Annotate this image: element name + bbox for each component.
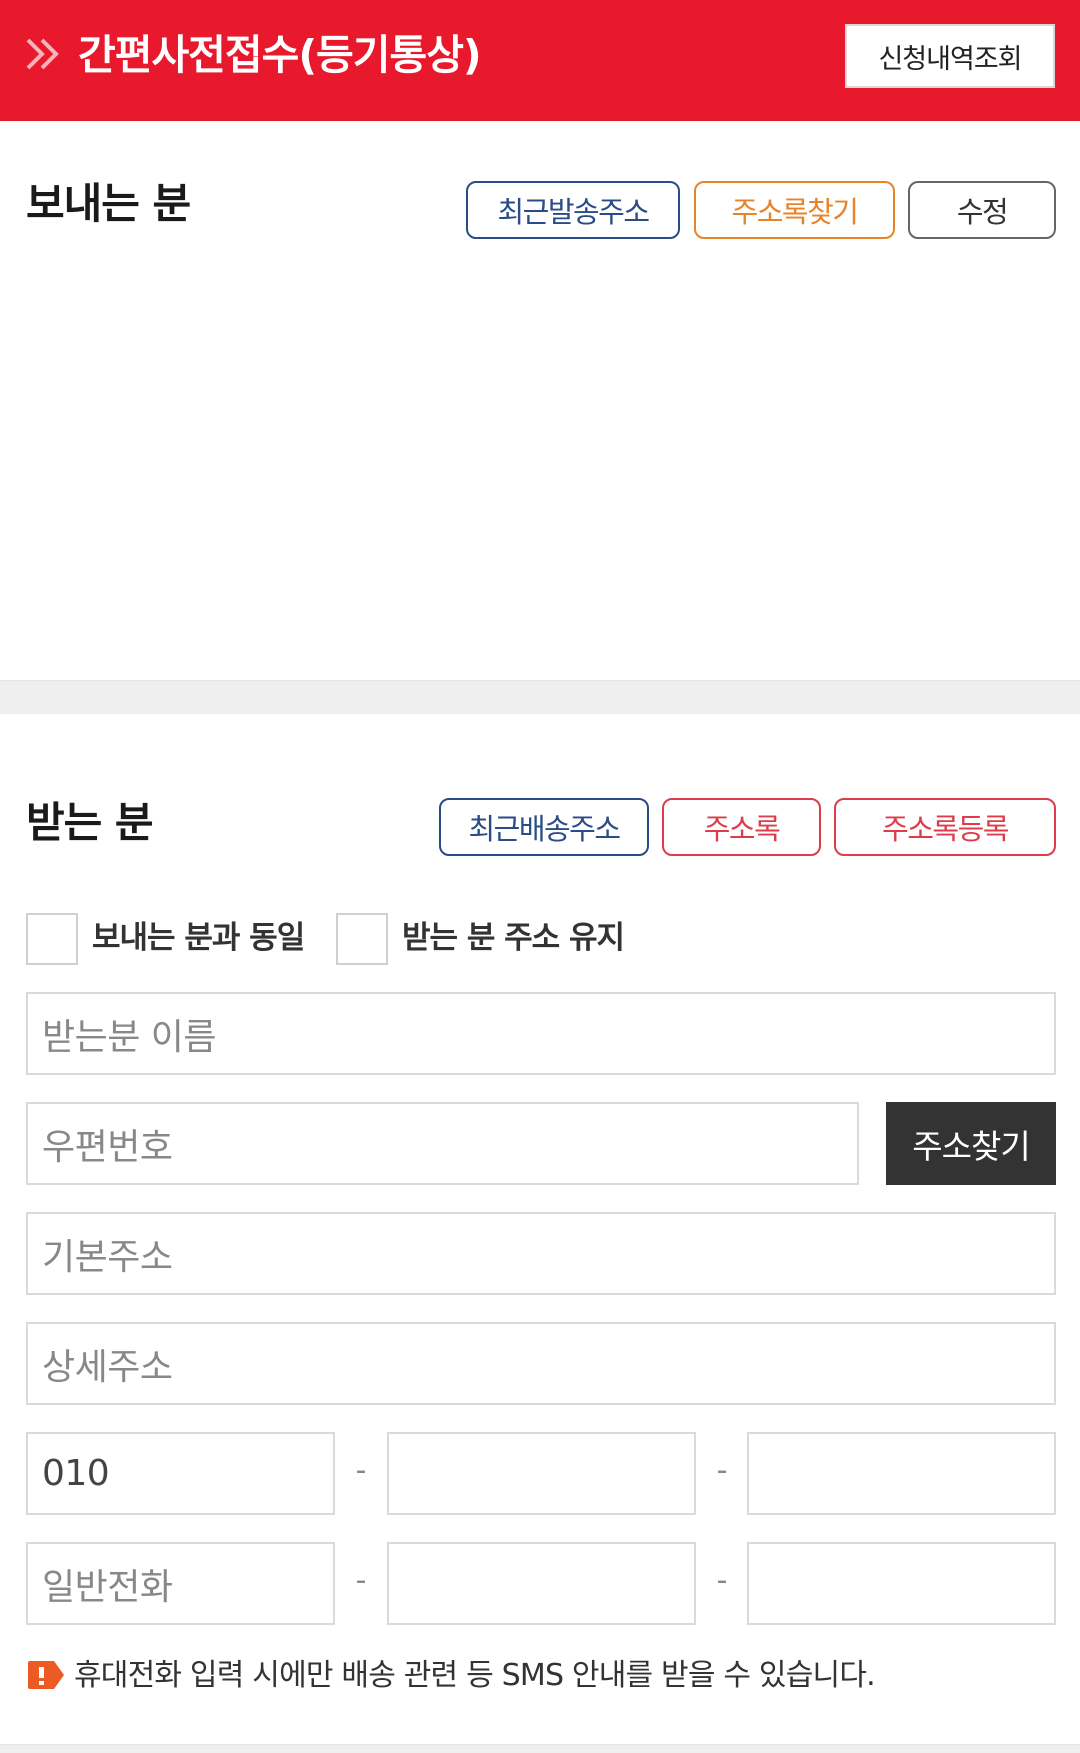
landline-middle-input[interactable] <box>387 1542 696 1625</box>
landline-prefix-input[interactable]: 일반전화 <box>26 1542 335 1625</box>
keep-address-checkbox[interactable] <box>336 913 388 965</box>
sender-address-area <box>0 250 1080 680</box>
keep-address-label[interactable]: 받는 분 주소 유지 <box>402 916 625 960</box>
section-divider <box>0 680 1080 714</box>
sender-edit-button[interactable]: 수정 <box>908 181 1056 239</box>
receiver-name-input[interactable]: 받는분 이름 <box>26 992 1056 1075</box>
base-address-input[interactable]: 기본주소 <box>26 1212 1056 1295</box>
page-title: 간편사전접수(등기통상) <box>78 31 482 79</box>
sender-heading: 보내는 분 <box>26 179 191 228</box>
address-search-button[interactable]: 주소찾기 <box>886 1102 1056 1185</box>
receiver-address-register-button[interactable]: 주소록등록 <box>834 798 1056 856</box>
alert-tag-icon <box>26 1660 66 1690</box>
mobile-last-input[interactable] <box>747 1432 1056 1515</box>
sms-notice-text: 휴대전화 입력 시에만 배송 관련 등 SMS 안내를 받을 수 있습니다. <box>74 1658 876 1693</box>
double-chevron-right-icon <box>24 32 64 76</box>
application-history-button[interactable]: 신청내역조회 <box>845 24 1055 88</box>
receiver-heading: 받는 분 <box>26 798 154 847</box>
phone-separator: - <box>355 1563 367 1598</box>
landline-last-input[interactable] <box>747 1542 1056 1625</box>
mobile-middle-input[interactable] <box>387 1432 696 1515</box>
same-as-sender-label[interactable]: 보내는 분과 동일 <box>92 916 305 960</box>
mobile-prefix-input[interactable]: 010 <box>26 1432 335 1515</box>
phone-separator: - <box>355 1453 367 1488</box>
phone-separator: - <box>716 1563 728 1598</box>
same-as-sender-checkbox[interactable] <box>26 913 78 965</box>
phone-separator: - <box>716 1453 728 1488</box>
sender-address-book-button[interactable]: 주소록찾기 <box>694 181 895 239</box>
postcode-input[interactable]: 우편번호 <box>26 1102 859 1185</box>
sender-recent-address-button[interactable]: 최근발송주소 <box>466 181 680 239</box>
receiver-recent-address-button[interactable]: 최근배송주소 <box>439 798 649 856</box>
bottom-divider <box>0 1744 1080 1753</box>
detail-address-input[interactable]: 상세주소 <box>26 1322 1056 1405</box>
receiver-address-book-button[interactable]: 주소록 <box>662 798 821 856</box>
